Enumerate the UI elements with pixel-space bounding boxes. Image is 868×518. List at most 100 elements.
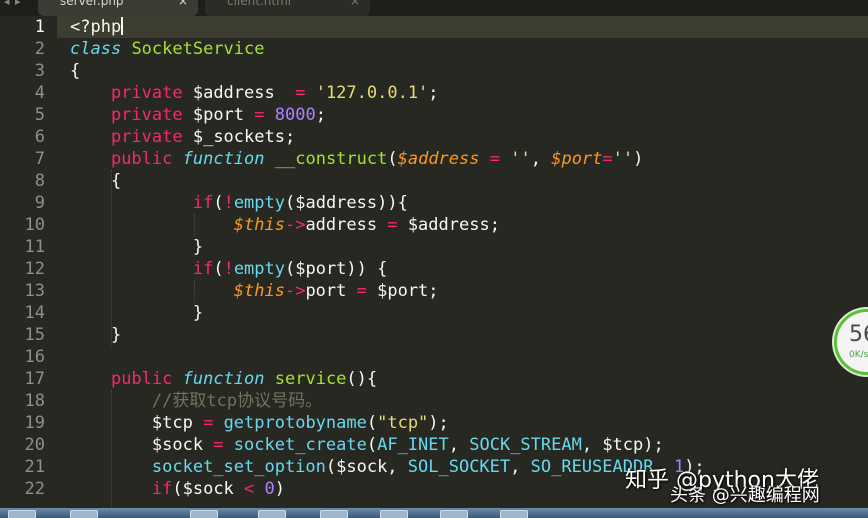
- code-token: $port: [551, 149, 603, 169]
- code-line[interactable]: private $_sockets;: [70, 126, 295, 148]
- code-token: {: [70, 171, 122, 191]
- code-token: function: [182, 149, 265, 169]
- tab-client-html[interactable]: client.html ×: [205, 0, 370, 16]
- taskbar-app-icon[interactable]: [380, 510, 408, 518]
- code-line[interactable]: $this->address = $address;: [70, 214, 500, 236]
- code-token: socket_set_option: [151, 457, 326, 477]
- code-token: (: [366, 413, 378, 433]
- taskbar-app-icon[interactable]: [190, 510, 218, 518]
- code-line[interactable]: private $address = '127.0.0.1';: [70, 82, 439, 104]
- code-token: <?php: [70, 17, 122, 37]
- code-token: function: [182, 369, 265, 389]
- code-token: //获取tcp协议号码。: [151, 391, 323, 411]
- code-line[interactable]: public function __construct($address = '…: [70, 148, 643, 170]
- taskbar-app-icon[interactable]: [70, 510, 98, 518]
- line-number-gutter: 1 2 3 4 5 6 7 8 9 10 11 12 13 14 15 16 17 18 19 20 21 22: [0, 16, 57, 518]
- code-token: }: [70, 237, 204, 257]
- code-token: ($address)){: [285, 193, 408, 213]
- line-number: 15: [24, 325, 45, 345]
- code-token: 8000: [274, 105, 316, 125]
- code-token: class: [70, 39, 122, 59]
- taskbar-app-icon[interactable]: [320, 510, 348, 518]
- taskbar-app-icon[interactable]: [8, 510, 36, 518]
- line-number: 10: [24, 215, 45, 235]
- code-token: ;: [428, 83, 439, 103]
- taskbar-app-icon[interactable]: [500, 510, 528, 518]
- code-token: socket_create: [233, 435, 367, 455]
- code-token: ->: [284, 281, 306, 301]
- code-token: =: [213, 435, 224, 455]
- line-number: 14: [24, 303, 45, 323]
- tab-bar: ◂ ▸ server.php × client.html ×: [0, 0, 868, 16]
- code-token: SOL_SOCKET: [407, 457, 511, 477]
- code-token: ;: [315, 105, 326, 125]
- code-editor[interactable]: <?php class SocketService{ private $addre…: [70, 16, 868, 518]
- taskbar-app-icon[interactable]: [440, 510, 468, 518]
- code-line[interactable]: socket_set_option($sock, SOL_SOCKET, SO_…: [70, 456, 705, 478]
- line-number: 9: [34, 193, 45, 213]
- code-line[interactable]: }: [70, 236, 203, 258]
- tab-nav-arrows[interactable]: ◂ ▸: [4, 0, 22, 8]
- code-token: ->: [284, 215, 306, 235]
- line-number: 18: [24, 391, 45, 411]
- line-number: 1: [34, 17, 45, 37]
- code-line[interactable]: <?php: [70, 16, 123, 38]
- code-token: getprotobyname: [223, 413, 367, 433]
- taskbar-app-icon[interactable]: [258, 510, 286, 518]
- code-line[interactable]: class SocketService: [70, 38, 265, 60]
- code-line[interactable]: //获取tcp协议号码。: [70, 390, 322, 412]
- code-token: =: [254, 105, 265, 125]
- code-token: '': [510, 149, 531, 169]
- code-token: ): [274, 479, 286, 499]
- line-number: 7: [34, 149, 45, 169]
- code-line[interactable]: {: [70, 170, 121, 192]
- line-number: 2: [34, 39, 45, 59]
- close-icon[interactable]: ×: [350, 0, 360, 8]
- os-taskbar: [0, 508, 868, 518]
- code-token: $this: [233, 215, 285, 235]
- code-token: (){: [346, 369, 378, 389]
- code-line[interactable]: if($sock < 0): [70, 478, 285, 500]
- code-line[interactable]: if(!empty($address)){: [70, 192, 408, 214]
- close-icon[interactable]: ×: [178, 0, 188, 8]
- code-token: !: [223, 259, 234, 279]
- code-token: 0: [264, 479, 275, 499]
- tab-server-php[interactable]: server.php ×: [38, 0, 198, 16]
- code-token: }: [70, 303, 204, 323]
- code-line[interactable]: $tcp = getprotobyname("tcp");: [70, 412, 449, 434]
- line-number: 17: [24, 369, 45, 389]
- code-token: empty: [233, 259, 285, 279]
- code-line[interactable]: $this->port = $port;: [70, 280, 439, 302]
- code-token: ,: [510, 457, 531, 477]
- code-line[interactable]: public function service(){: [70, 368, 377, 390]
- tab-label: client.html: [227, 0, 292, 8]
- code-token: __construct: [274, 149, 388, 169]
- line-number: 13: [24, 281, 45, 301]
- code-token: $tcp: [70, 413, 204, 433]
- line-number: 11: [24, 237, 45, 257]
- line-number: 19: [24, 413, 45, 433]
- code-line[interactable]: }: [70, 324, 121, 346]
- code-line[interactable]: }: [70, 302, 203, 324]
- code-line[interactable]: if(!empty($port)) {: [70, 258, 388, 280]
- code-line[interactable]: private $port = 8000;: [70, 104, 326, 126]
- code-token: $this: [233, 281, 285, 301]
- code-token: );: [428, 413, 449, 433]
- code-line[interactable]: $sock = socket_create(AF_INET, SOCK_STRE…: [70, 434, 664, 456]
- line-number: 21: [24, 457, 45, 477]
- code-line[interactable]: {: [70, 60, 80, 82]
